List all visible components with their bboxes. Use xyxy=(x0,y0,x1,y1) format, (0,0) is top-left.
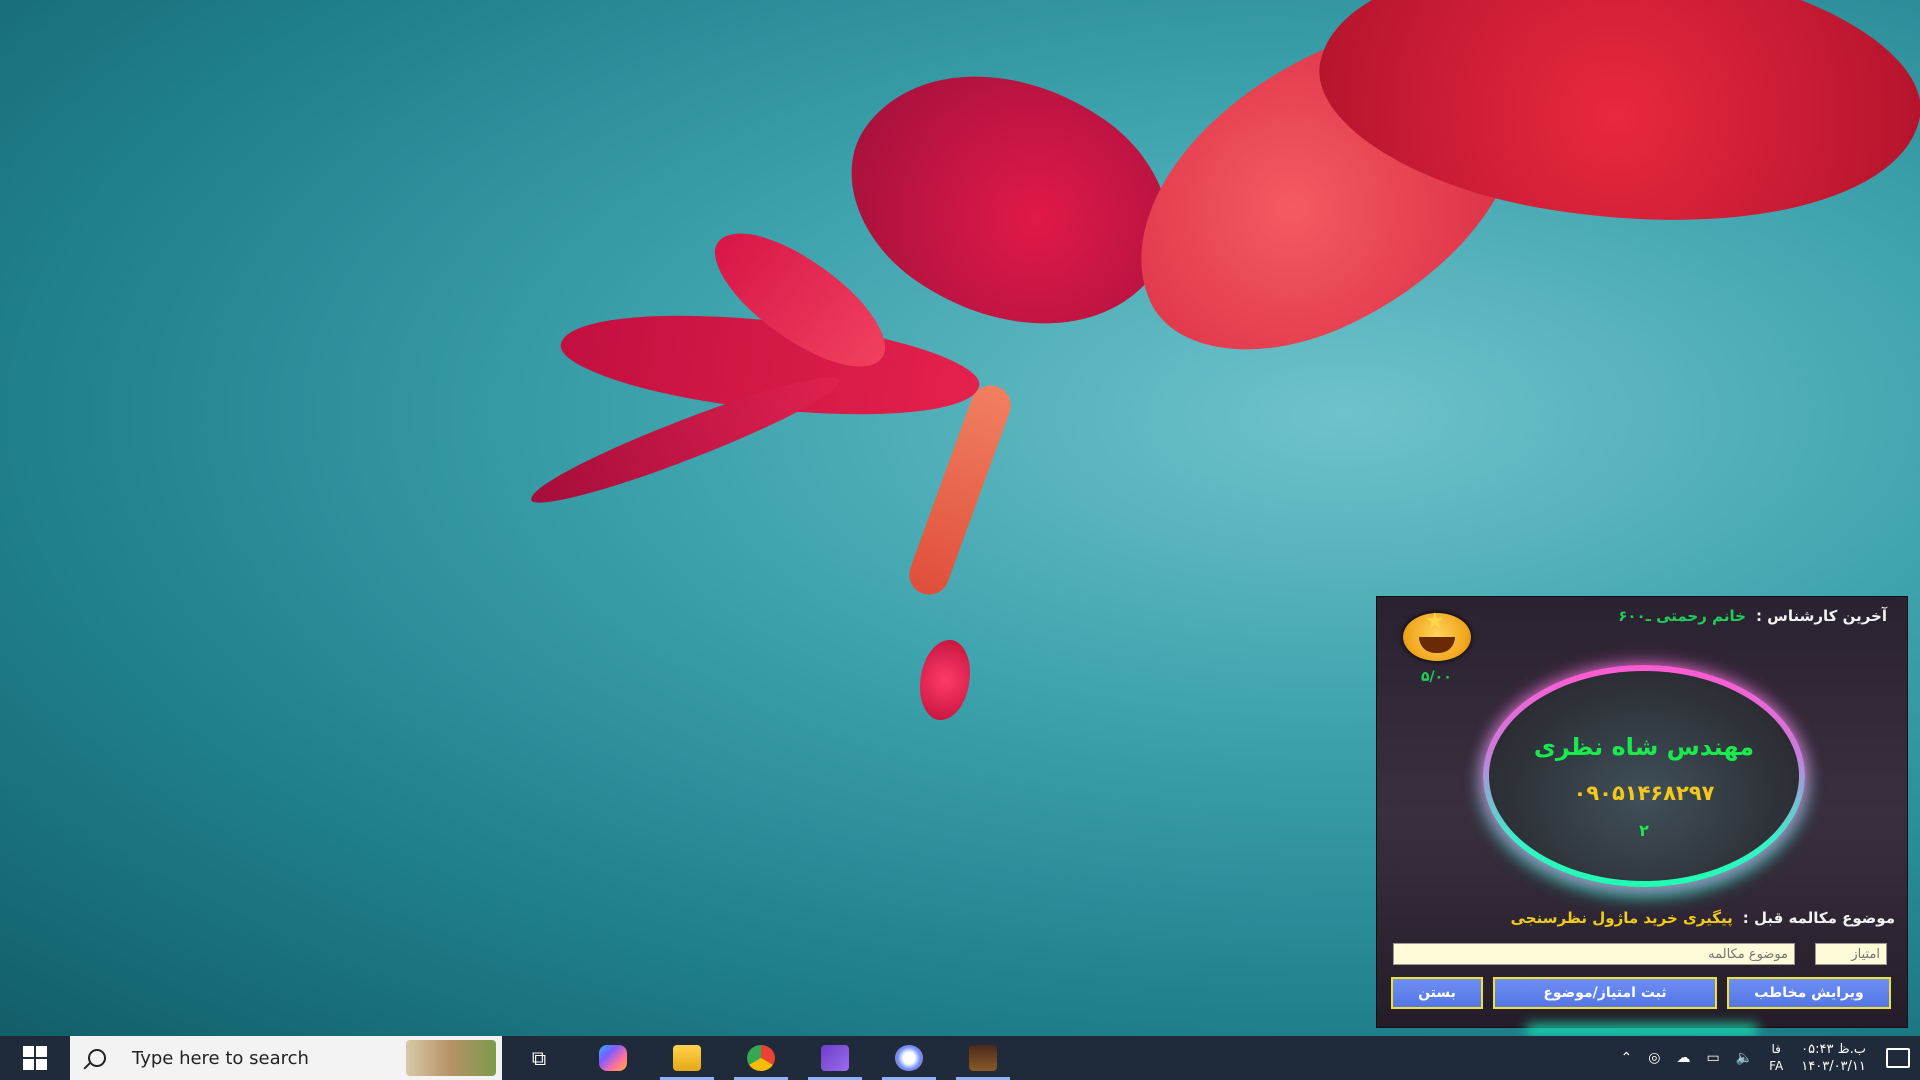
paint-button[interactable] xyxy=(872,1036,946,1080)
system-tray: ⌃ ◎ ☁ ▭ 🔈 فا FA ب.ظ ۰۵:۴۳ ۱۴۰۳/۰۳/۱۱ xyxy=(1613,1036,1920,1080)
flower-petal xyxy=(903,379,1017,601)
game-app-icon xyxy=(969,1045,997,1071)
app-game-button[interactable] xyxy=(946,1036,1020,1080)
last-expert-label: آخرین کارشناس : xyxy=(1755,607,1887,625)
taskbar: Type here to search ⧉ ⌃ ◎ ☁ ▭ 🔈 فا FA ب.… xyxy=(0,1036,1920,1080)
language-bottom: FA xyxy=(1769,1059,1784,1073)
flower-stigma xyxy=(920,640,970,720)
task-view-button[interactable]: ⧉ xyxy=(502,1036,576,1080)
bottom-glow xyxy=(1527,1025,1757,1035)
folder-icon xyxy=(673,1045,701,1071)
previous-topic-label: موضوع مکالمه قبل : xyxy=(1742,909,1895,927)
button-row: بستن ثبت امتیاز/موضوع ویرایش مخاطب xyxy=(1391,977,1891,1009)
visual-studio-icon xyxy=(821,1045,849,1071)
score-input[interactable] xyxy=(1815,943,1887,965)
notifications-button[interactable] xyxy=(1876,1036,1920,1080)
edit-contact-button[interactable]: ویرایش مخاطب xyxy=(1727,977,1891,1009)
previous-topic-row: موضوع مکالمه قبل : پیگیری خرید ماژول نظر… xyxy=(1511,909,1895,927)
contact-count: ۲ xyxy=(1639,821,1649,840)
language-top: فا xyxy=(1771,1042,1781,1056)
star-icon: ★ xyxy=(1425,609,1445,634)
previous-topic-value: پیگیری خرید ماژول نظرسنجی xyxy=(1510,909,1733,927)
copilot-button[interactable] xyxy=(576,1036,650,1080)
file-explorer-button[interactable] xyxy=(650,1036,724,1080)
chrome-icon xyxy=(747,1045,775,1071)
copilot-icon xyxy=(599,1045,627,1071)
contact-ring: مهندس شاه نظری ۰۹۰۵۱۴۶۸۲۹۷ ۲ xyxy=(1483,665,1805,887)
paint-palette-icon xyxy=(895,1045,923,1071)
contact-popup-window: آخرین کارشناس : خانم رحمتی ـ۶۰۰ ★ ۵/۰۰ م… xyxy=(1376,596,1908,1035)
volume-icon[interactable]: 🔈 xyxy=(1728,1050,1761,1066)
meet-now-icon[interactable]: ◎ xyxy=(1640,1050,1668,1066)
language-indicator[interactable]: فا FA xyxy=(1761,1041,1791,1075)
windows-logo-icon xyxy=(23,1046,47,1070)
last-expert-value: خانم رحمتی ـ۶۰۰ xyxy=(1618,607,1746,625)
contact-name: مهندس شاه نظری xyxy=(1533,733,1755,761)
search-highlight-image xyxy=(406,1040,496,1076)
last-expert-row: آخرین کارشناس : خانم رحمتی ـ۶۰۰ xyxy=(1507,607,1887,625)
visual-studio-button[interactable] xyxy=(798,1036,872,1080)
start-button[interactable] xyxy=(0,1036,70,1080)
score-value: ۵/۰۰ xyxy=(1421,669,1452,685)
notification-icon xyxy=(1886,1048,1910,1068)
emoji-mouth xyxy=(1419,637,1455,653)
contact-phone: ۰۹۰۵۱۴۶۸۲۹۷ xyxy=(1573,781,1715,805)
chrome-button[interactable] xyxy=(724,1036,798,1080)
search-placeholder: Type here to search xyxy=(132,1047,309,1069)
onedrive-cloud-icon[interactable]: ☁ xyxy=(1668,1050,1698,1066)
search-icon xyxy=(88,1049,106,1067)
topic-input[interactable] xyxy=(1393,943,1795,965)
taskbar-search-box[interactable]: Type here to search xyxy=(70,1036,502,1080)
save-score-topic-button[interactable]: ثبت امتیاز/موضوع xyxy=(1493,977,1717,1009)
clock-date: ۱۴۰۳/۰۳/۱۱ xyxy=(1801,1059,1866,1074)
chevron-up-icon[interactable]: ⌃ xyxy=(1613,1050,1641,1066)
star-struck-emoji-icon: ★ xyxy=(1403,609,1471,661)
close-button[interactable]: بستن xyxy=(1391,977,1483,1009)
input-row xyxy=(1393,943,1887,965)
task-view-icon: ⧉ xyxy=(531,1046,547,1070)
clock[interactable]: ب.ظ ۰۵:۴۳ ۱۴۰۳/۰۳/۱۱ xyxy=(1791,1041,1876,1075)
network-icon[interactable]: ▭ xyxy=(1698,1050,1727,1066)
clock-time: ب.ظ ۰۵:۴۳ xyxy=(1801,1042,1866,1057)
